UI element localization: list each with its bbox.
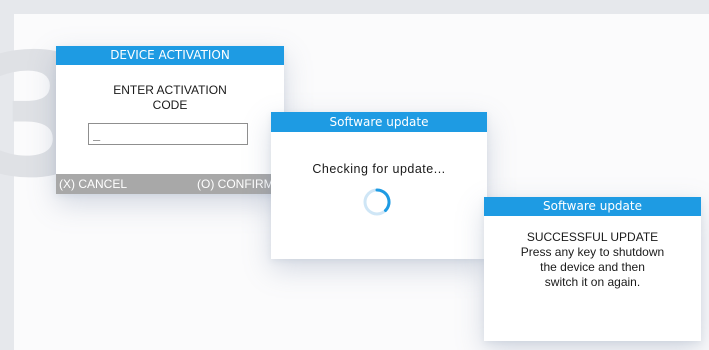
background-page: 3 DEVICE ACTIVATION ENTER ACTIVATION COD… [0, 14, 709, 350]
activation-footer: (X) CANCEL (O) CONFIRM [56, 174, 284, 194]
activation-code-input[interactable] [88, 123, 248, 145]
success-line-1: SUCCESSFUL UPDATE [526, 230, 659, 244]
activation-title-bar: DEVICE ACTIVATION [56, 46, 284, 65]
loading-spinner-icon [363, 188, 391, 216]
success-line-3: the device and then [540, 260, 645, 274]
success-line-4: switch it on again. [544, 275, 641, 289]
activation-heading: ENTER ACTIVATION CODE [56, 83, 284, 113]
cancel-button[interactable]: (X) CANCEL [59, 174, 127, 194]
confirm-button[interactable]: (O) CONFIRM [197, 174, 274, 194]
checking-title-bar: Software update [271, 112, 487, 132]
activation-heading-line2: CODE [152, 98, 188, 112]
activation-heading-line1: ENTER ACTIVATION [113, 83, 227, 97]
device-activation-screen: DEVICE ACTIVATION ENTER ACTIVATION CODE … [56, 46, 284, 194]
checking-update-screen: Software update Checking for update... [271, 112, 487, 259]
success-line-2: Press any key to shutdown [520, 245, 665, 259]
success-message: SUCCESSFUL UPDATE Press any key to shutd… [484, 230, 701, 290]
successful-update-screen: Software update SUCCESSFUL UPDATE Press … [484, 197, 701, 341]
success-title-bar: Software update [484, 197, 701, 216]
checking-message: Checking for update... [312, 162, 446, 176]
